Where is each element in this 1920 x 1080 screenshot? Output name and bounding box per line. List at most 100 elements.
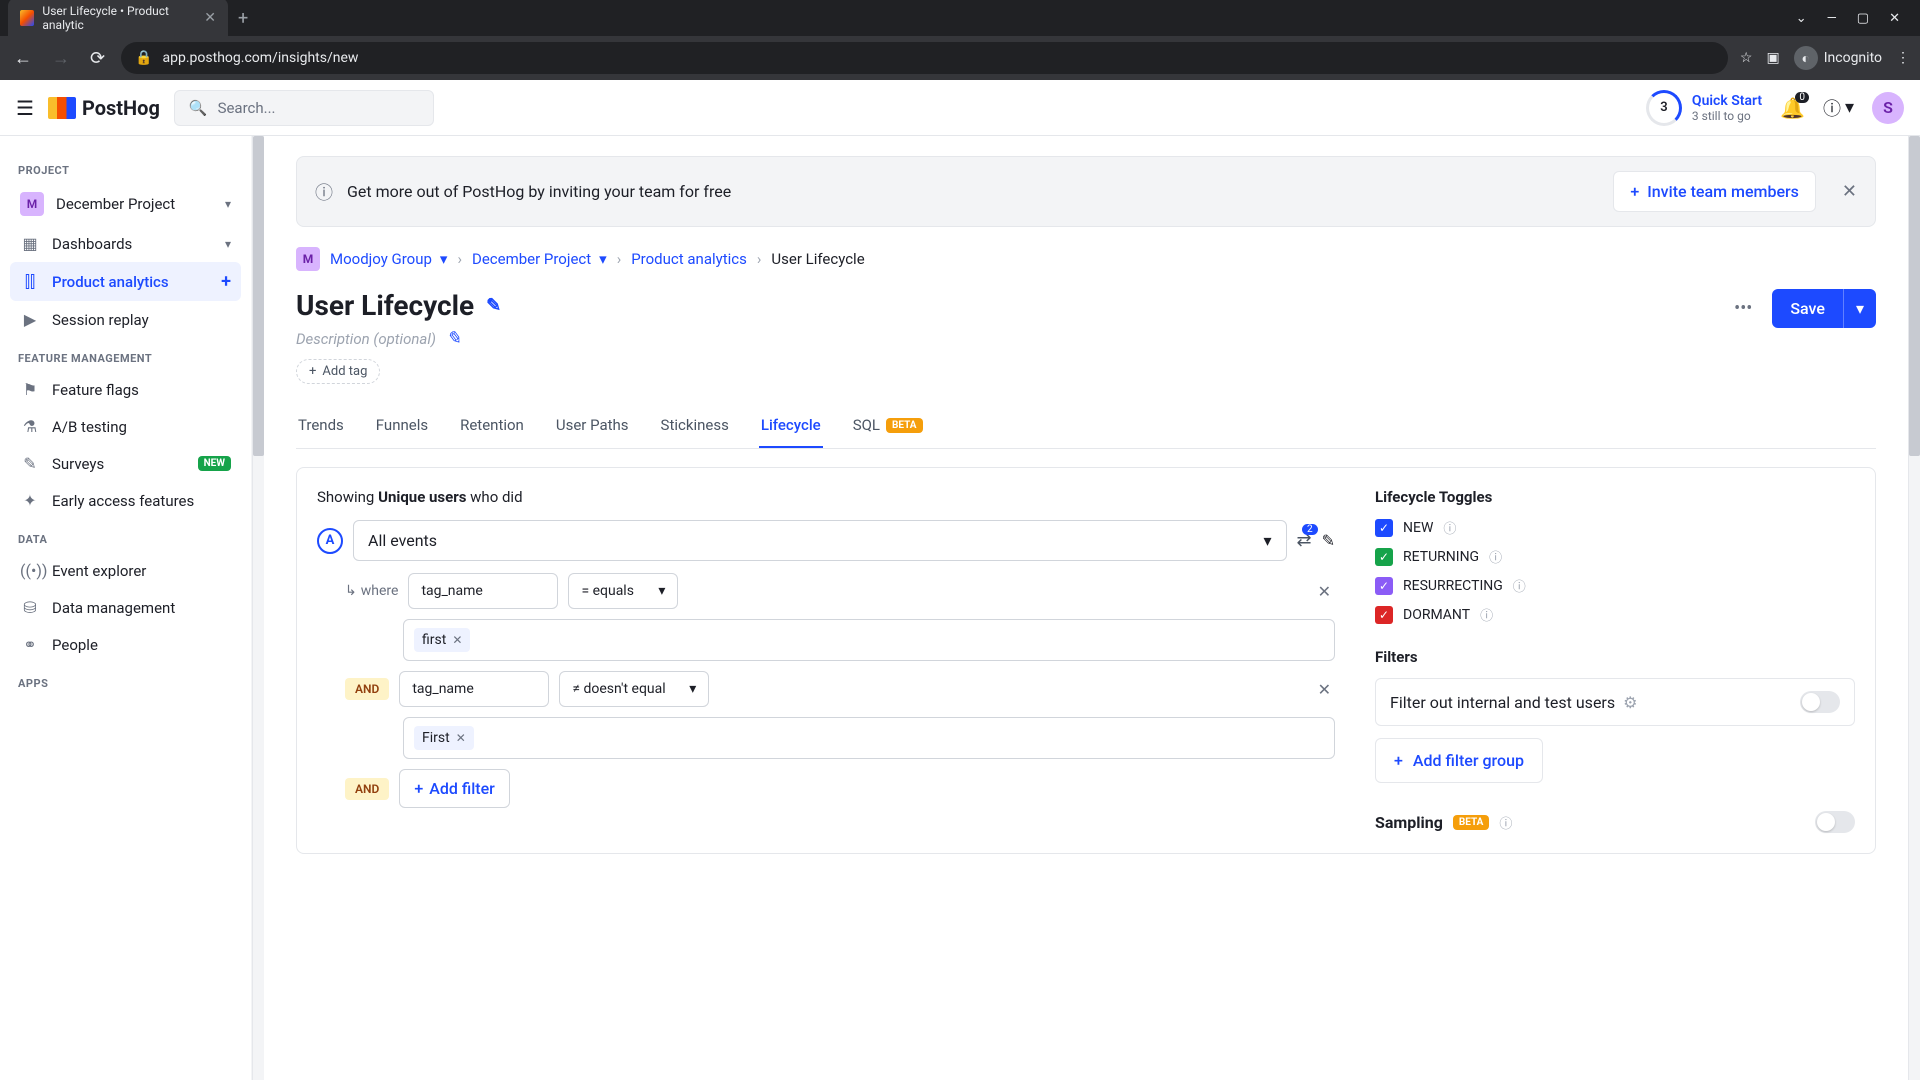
property-input[interactable]: tag_name	[399, 671, 549, 707]
tab-user-paths[interactable]: User Paths	[554, 404, 631, 448]
edit-icon[interactable]: ✎	[486, 295, 501, 316]
tab-title: User Lifecycle • Product analytic	[42, 4, 196, 32]
bookmark-icon[interactable]: ☆	[1740, 50, 1753, 66]
save-button[interactable]: Save ▾	[1772, 289, 1876, 328]
help-button[interactable]: ⓘ ▾	[1823, 95, 1854, 121]
chrome-menu-icon[interactable]: ⋮	[1896, 50, 1910, 66]
close-icon[interactable]: ✕	[204, 10, 216, 26]
sidebar-item-event-explorer[interactable]: ((•)) Event explorer	[10, 552, 241, 589]
sidebar-item-product-analytics[interactable]: ⫿⫿ Product analytics +	[10, 262, 241, 301]
sidebar-item-feature-flags[interactable]: ⚑ Feature flags	[10, 371, 241, 408]
back-button[interactable]: ←	[10, 44, 36, 73]
value-input[interactable]: first ✕	[403, 619, 1335, 661]
sidebar-scrollbar[interactable]	[252, 136, 264, 1080]
tab-retention[interactable]: Retention	[458, 404, 526, 448]
browser-tab[interactable]: User Lifecycle • Product analytic ✕	[8, 0, 228, 38]
sidebar-item-dashboards[interactable]: ▦ Dashboards ▾	[10, 225, 241, 262]
toggle-new[interactable]: ✓ NEW ⓘ	[1375, 518, 1855, 537]
plus-icon[interactable]: +	[221, 271, 231, 292]
toggle-switch[interactable]	[1800, 691, 1840, 713]
project-name: December Project	[56, 195, 175, 213]
progress-ring-icon: 3	[1646, 90, 1682, 126]
filter-button[interactable]: ⇄ 2	[1297, 530, 1312, 551]
toggle-returning[interactable]: ✓ RETURNING ⓘ	[1375, 547, 1855, 566]
new-tab-button[interactable]: +	[228, 8, 258, 29]
browser-tab-bar: User Lifecycle • Product analytic ✕ + ⌄ …	[0, 0, 1920, 36]
sidebar-item-data-management[interactable]: ⛁ Data management	[10, 589, 241, 626]
scrollbar-thumb[interactable]	[1909, 136, 1920, 456]
quick-start[interactable]: 3 Quick Start 3 still to go	[1646, 90, 1762, 126]
operator-select[interactable]: ≠ doesn't equal▾	[559, 671, 709, 707]
remove-filter-button[interactable]: ✕	[1314, 676, 1335, 703]
chevron-down-icon[interactable]: ▾	[1843, 289, 1876, 328]
description[interactable]: Description (optional) ✎	[296, 328, 1708, 349]
sidebar-section-data: DATA	[10, 527, 241, 552]
close-icon[interactable]: ✕	[1842, 181, 1857, 202]
extensions-icon[interactable]: ▣	[1766, 50, 1779, 66]
add-tag-button[interactable]: + Add tag	[296, 359, 380, 384]
operator-select[interactable]: = equals▾	[568, 573, 678, 609]
maximize-icon[interactable]: ▢	[1857, 11, 1869, 26]
info-icon[interactable]: ⓘ	[1489, 547, 1502, 566]
breadcrumb-project[interactable]: December Project ▾	[472, 250, 607, 268]
close-window-icon[interactable]: ✕	[1889, 11, 1900, 26]
tab-lifecycle[interactable]: Lifecycle	[759, 404, 823, 448]
reload-button[interactable]: ⟳	[86, 44, 109, 73]
plus-icon: +	[1394, 751, 1403, 770]
main-scrollbar[interactable]	[1908, 136, 1920, 1080]
add-filter-group-button[interactable]: + Add filter group	[1375, 738, 1543, 783]
sidebar-item-surveys[interactable]: ✎ Surveys NEW	[10, 445, 241, 482]
value-input[interactable]: First ✕	[403, 717, 1335, 759]
checkbox-icon[interactable]: ✓	[1375, 577, 1393, 595]
info-icon[interactable]: ⓘ	[1499, 813, 1512, 832]
remove-filter-button[interactable]: ✕	[1314, 578, 1335, 605]
breadcrumb-section[interactable]: Product analytics	[631, 250, 747, 268]
user-avatar[interactable]: S	[1872, 92, 1904, 124]
incognito-badge[interactable]: ◐ Incognito	[1794, 46, 1882, 70]
checkbox-icon[interactable]: ✓	[1375, 519, 1393, 537]
event-select[interactable]: All events ▾	[353, 520, 1287, 561]
chevron-right-icon: ›	[457, 250, 462, 268]
app-header: ☰ PostHog 🔍 Search... 3 Quick Start 3 st…	[0, 80, 1920, 136]
toggle-dormant[interactable]: ✓ DORMANT ⓘ	[1375, 605, 1855, 624]
close-icon[interactable]: ✕	[452, 633, 462, 647]
scrollbar-thumb[interactable]	[253, 136, 264, 456]
tab-stickiness[interactable]: Stickiness	[659, 404, 731, 448]
logo[interactable]: PostHog	[48, 96, 160, 120]
chevron-down-icon: ▾	[599, 250, 607, 268]
add-filter-button[interactable]: + Add filter	[399, 769, 510, 808]
tab-trends[interactable]: Trends	[296, 404, 346, 448]
info-icon[interactable]: ⓘ	[1480, 605, 1493, 624]
checkbox-icon[interactable]: ✓	[1375, 548, 1393, 566]
invite-team-button[interactable]: + Invite team members	[1613, 171, 1816, 212]
notifications-button[interactable]: 🔔 0	[1780, 96, 1805, 120]
close-icon[interactable]: ✕	[456, 731, 466, 745]
sidebar-item-people[interactable]: ⚭ People	[10, 626, 241, 663]
chevron-down-icon[interactable]: ⌄	[1796, 11, 1807, 26]
url-field[interactable]: 🔒 app.posthog.com/insights/new	[121, 42, 1728, 74]
database-icon: ⛁	[20, 598, 40, 617]
project-selector[interactable]: M December Project ▾	[10, 183, 241, 225]
sidebar-item-session-replay[interactable]: ▶ Session replay	[10, 301, 241, 338]
tab-funnels[interactable]: Funnels	[374, 404, 430, 448]
people-icon: ⚭	[20, 635, 40, 654]
minimize-icon[interactable]: —	[1827, 11, 1837, 26]
checkbox-icon[interactable]: ✓	[1375, 606, 1393, 624]
search-input[interactable]: 🔍 Search...	[174, 90, 434, 126]
toggle-switch[interactable]	[1815, 811, 1855, 833]
toggle-resurrecting[interactable]: ✓ RESURRECTING ⓘ	[1375, 576, 1855, 595]
chevron-right-icon: ›	[617, 250, 622, 268]
gear-icon[interactable]: ⚙	[1623, 693, 1637, 712]
info-icon[interactable]: ⓘ	[1513, 576, 1526, 595]
info-icon[interactable]: ⓘ	[1443, 518, 1456, 537]
more-button[interactable]: •••	[1724, 292, 1762, 325]
breadcrumb-org[interactable]: Moodjoy Group ▾	[330, 250, 447, 268]
property-input[interactable]: tag_name	[408, 573, 558, 609]
hamburger-icon[interactable]: ☰	[16, 96, 34, 120]
edit-icon[interactable]: ✎	[446, 328, 461, 349]
search-icon: 🔍	[189, 99, 208, 117]
edit-icon[interactable]: ✎	[1322, 531, 1335, 550]
tab-sql[interactable]: SQL BETA	[851, 404, 925, 448]
sidebar-item-early-access[interactable]: ✦ Early access features	[10, 482, 241, 519]
sidebar-item-ab-testing[interactable]: ⚗ A/B testing	[10, 408, 241, 445]
